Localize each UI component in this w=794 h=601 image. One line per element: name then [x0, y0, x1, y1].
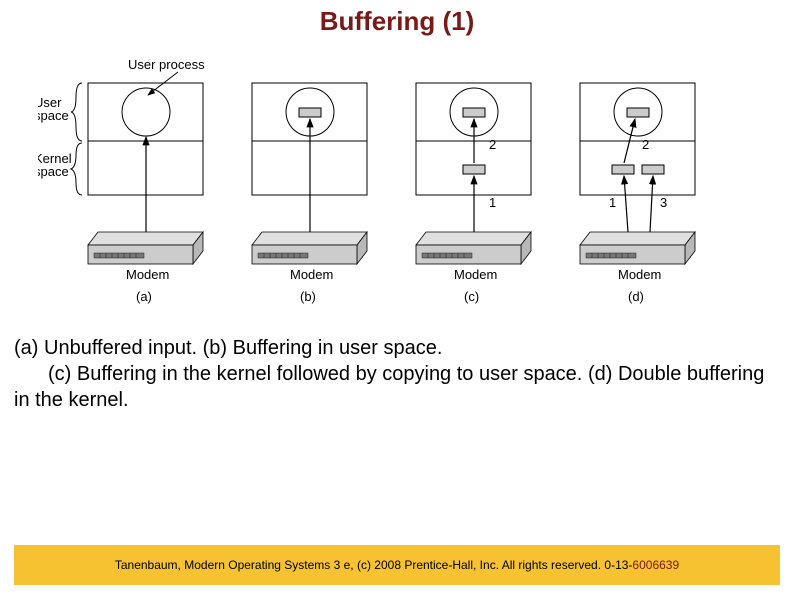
page-title: Buffering (1)	[0, 6, 794, 37]
buffering-diagram: Userspace Kernelspace User process Modem…	[38, 57, 794, 317]
variant-a-label: (a)	[136, 289, 152, 304]
step1-label: 1	[489, 195, 496, 210]
step2-label: 2	[642, 137, 649, 152]
svg-text:Modem: Modem	[290, 267, 333, 282]
caption: (a) Unbuffered input. (b) Buffering in u…	[0, 335, 794, 413]
user-process-label: User process	[128, 57, 205, 72]
footer-bar: Tanenbaum, Modern Operating Systems 3 e,…	[14, 545, 780, 585]
modem-label: Modem	[126, 267, 169, 282]
step3-label: 3	[660, 195, 667, 210]
variant-c: 1 2 Modem (c)	[416, 83, 531, 304]
user-space-label: Userspace	[38, 95, 69, 123]
caption-c: (c) Buffering in the kernel followed by …	[14, 363, 582, 385]
variant-d-label: (d)	[628, 289, 644, 304]
step2-label: 2	[489, 137, 496, 152]
variant-d: 1 2 3 Modem (d)	[580, 83, 695, 304]
modem-icon	[88, 232, 203, 264]
svg-text:Modem: Modem	[618, 267, 661, 282]
variant-b: Modem (b)	[252, 83, 367, 304]
variant-a: Modem (a)	[88, 83, 203, 304]
footer-citation: Tanenbaum, Modern Operating Systems 3 e,…	[115, 558, 633, 572]
step1-label: 1	[609, 195, 616, 210]
variant-c-label: (c)	[464, 289, 479, 304]
footer-isbn: 6006639	[632, 558, 679, 572]
caption-b: (b) Buffering in user space.	[203, 337, 443, 359]
caption-a: (a) Unbuffered input.	[14, 337, 197, 359]
variant-b-label: (b)	[300, 289, 316, 304]
svg-text:Modem: Modem	[454, 267, 497, 282]
kernel-space-label: Kernelspace	[38, 151, 72, 179]
